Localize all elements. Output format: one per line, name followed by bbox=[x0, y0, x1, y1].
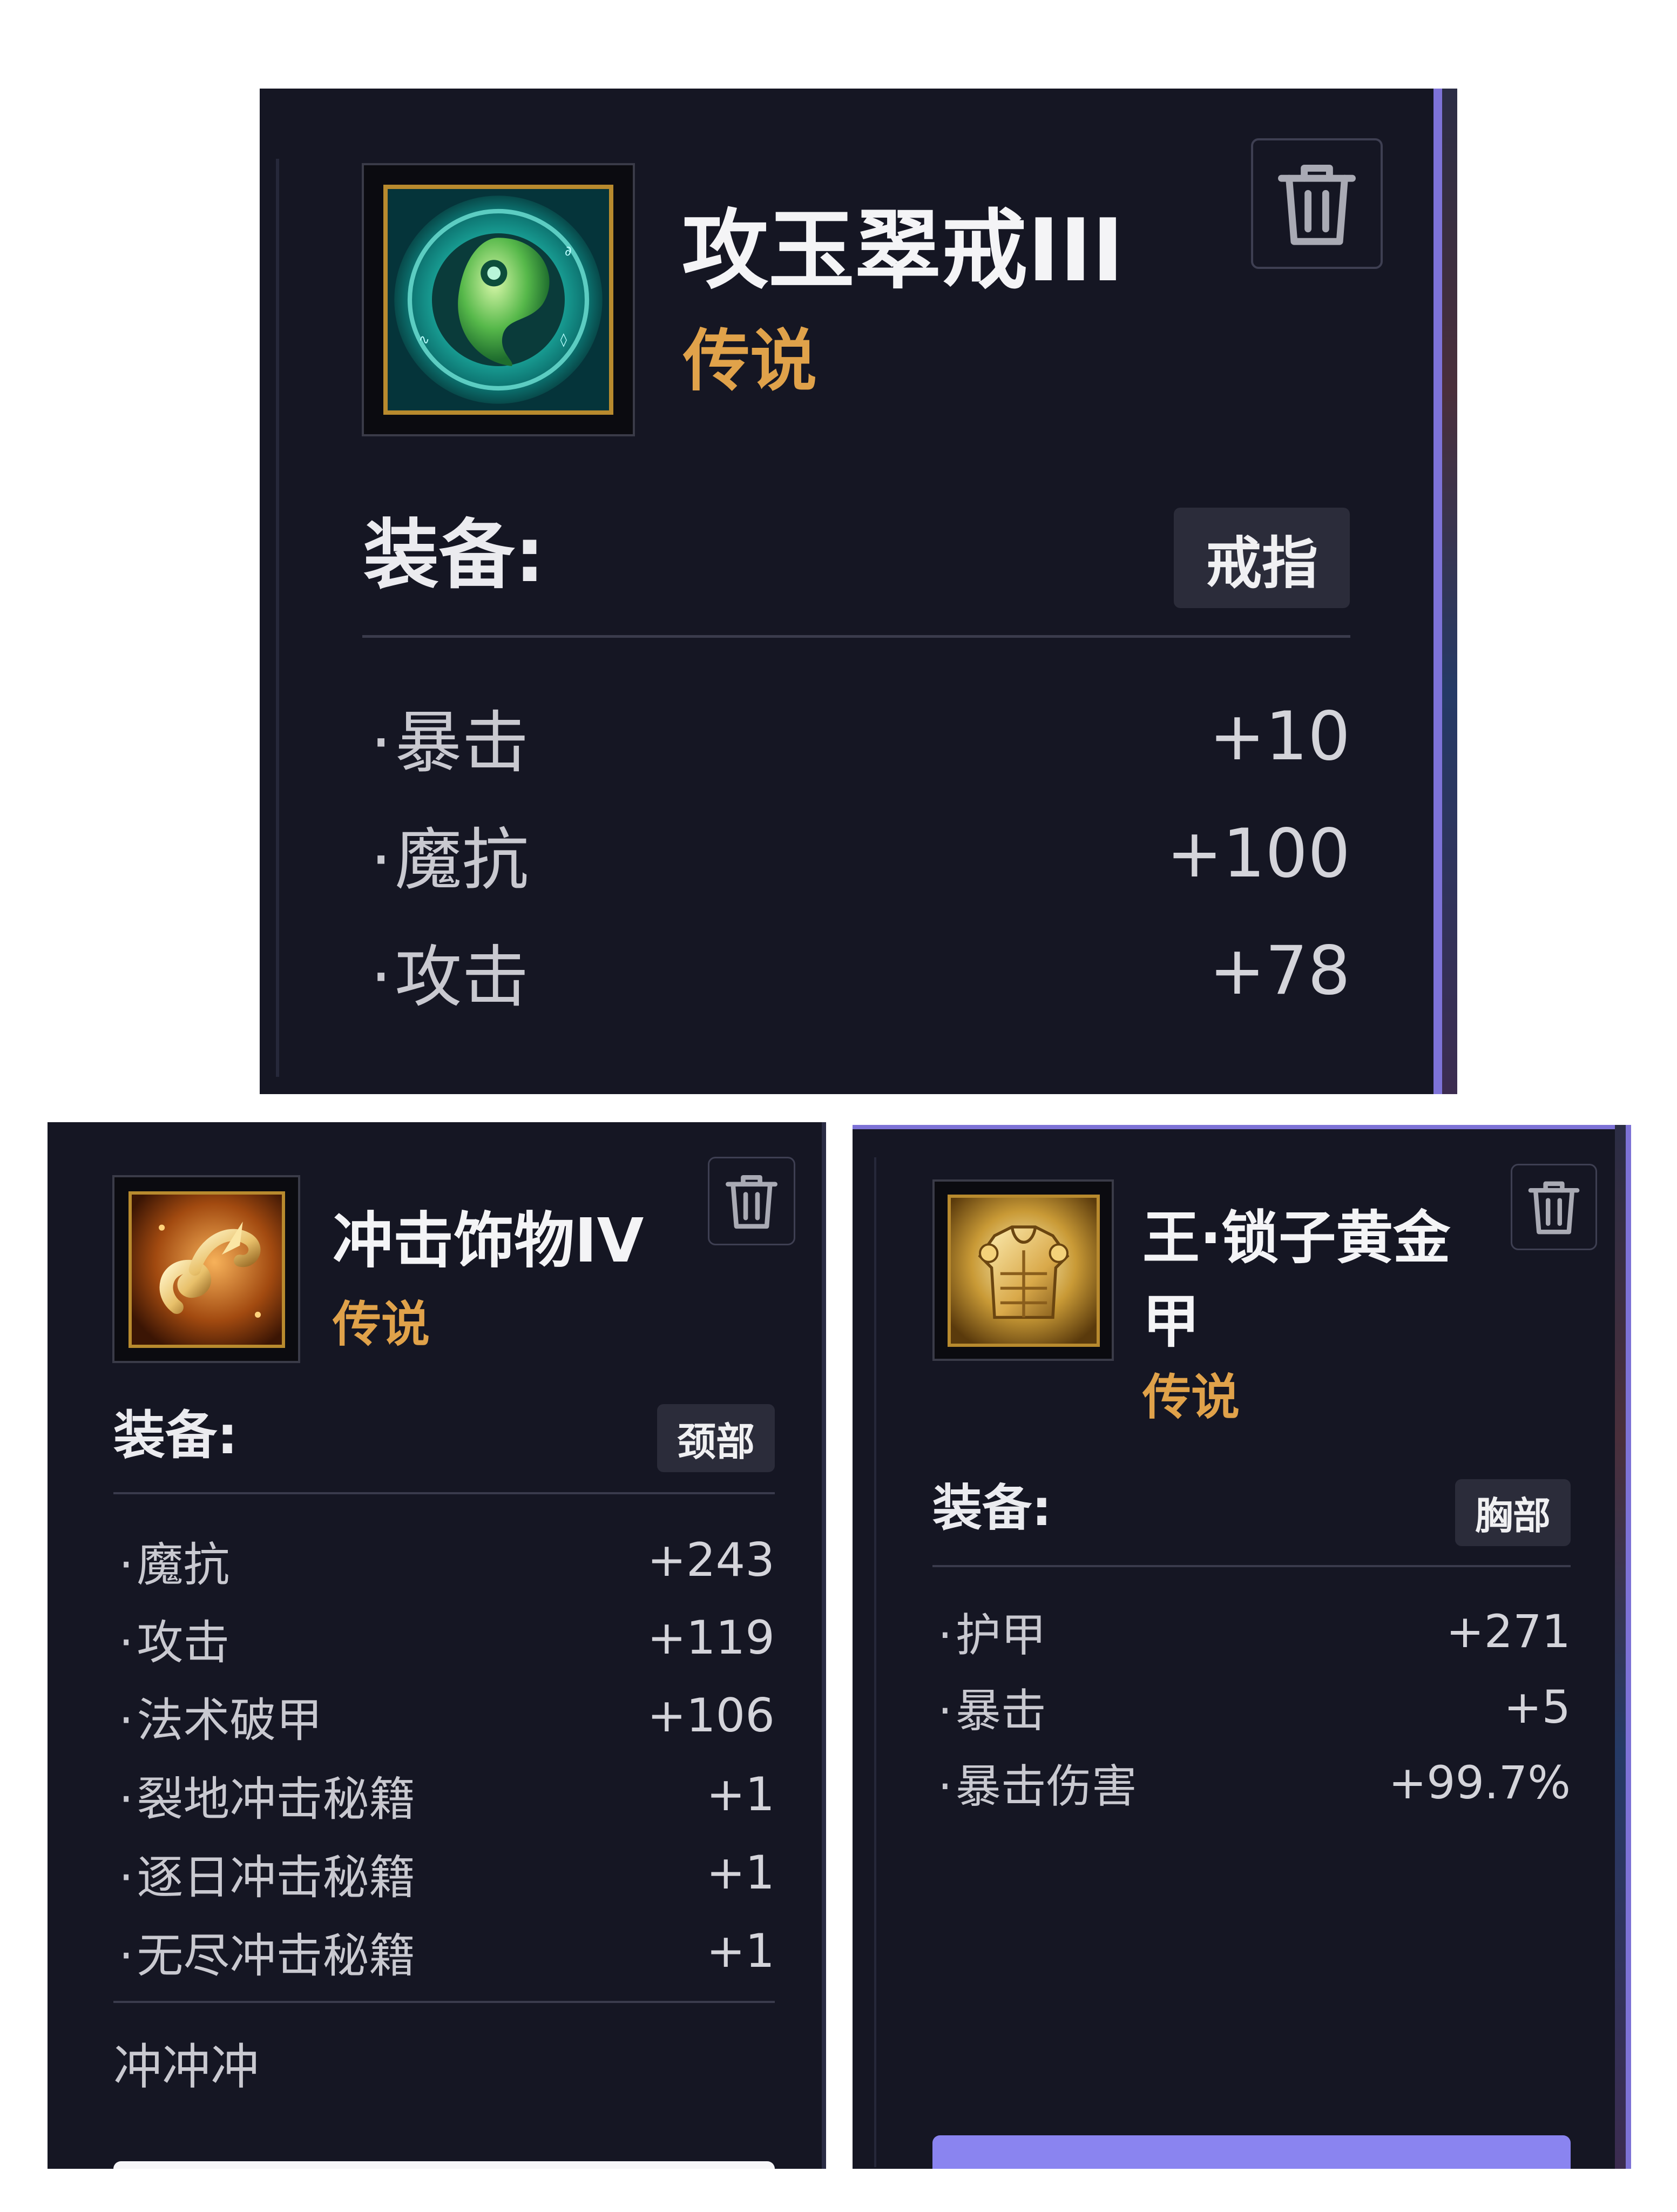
item-card-ring: ∂ ∿ ◊ 攻玉翠戒III 传说 装备: 戒指 暴 bbox=[260, 89, 1457, 1094]
item-name: 冲击饰物IV bbox=[333, 1206, 644, 1276]
slot-badge: 胸部 bbox=[1455, 1479, 1571, 1546]
stat-value: +119 bbox=[647, 1611, 775, 1665]
item-rarity: 传说 bbox=[1142, 1369, 1240, 1426]
stat-value: +10 bbox=[1209, 698, 1350, 775]
screenshot-canvas: ∂ ∿ ◊ 攻玉翠戒III 传说 装备: 戒指 暴 bbox=[0, 0, 1677, 2212]
card-accent-border bbox=[1433, 89, 1442, 1094]
item-name: 攻玉翠戒III bbox=[682, 200, 1124, 301]
trash-icon bbox=[1528, 1181, 1580, 1235]
stat-name: 裂地冲击秘籍 bbox=[119, 1761, 415, 1829]
stat-value: +78 bbox=[1209, 932, 1350, 1010]
card-accent-border bbox=[1626, 1125, 1631, 2169]
svg-text:◊: ◊ bbox=[560, 332, 567, 347]
slot-badge: 戒指 bbox=[1174, 508, 1350, 608]
stat-name: 无尽冲击秘籍 bbox=[119, 1918, 415, 1985]
stat-value: +100 bbox=[1166, 815, 1350, 893]
card-accent-border bbox=[853, 1125, 1631, 1129]
stat-row: 逐日冲击秘籍 +1 bbox=[119, 1843, 775, 1905]
equip-label: 装备: bbox=[113, 1405, 238, 1466]
stat-value: +99.7% bbox=[1388, 1756, 1571, 1809]
stat-name: 攻击 bbox=[370, 922, 529, 1020]
section-divider bbox=[932, 1565, 1571, 1567]
golden-armor-icon bbox=[948, 1195, 1100, 1347]
background-strip bbox=[1615, 1125, 1626, 2169]
section-divider bbox=[113, 1492, 775, 1494]
card-inner-border bbox=[874, 1157, 876, 2167]
stat-name: 魔抗 bbox=[370, 805, 529, 902]
trash-icon bbox=[1278, 165, 1356, 245]
item-note: 冲冲冲 bbox=[113, 2039, 259, 2095]
equip-label: 装备: bbox=[932, 1479, 1052, 1537]
item-rarity: 传说 bbox=[683, 322, 817, 400]
delete-button[interactable] bbox=[1511, 1164, 1597, 1250]
stat-row: 暴击伤害 +99.7% bbox=[938, 1753, 1571, 1813]
item-name-continued: 甲 bbox=[1142, 1289, 1200, 1355]
item-card-neck: 冲击饰物IV 传说 装备: 颈部 魔抗 +243 攻击 +119 bbox=[48, 1122, 826, 2169]
stat-name: 法术破甲 bbox=[119, 1682, 322, 1750]
stat-row: 暴击 +10 bbox=[370, 693, 1350, 782]
card-inner-border bbox=[276, 159, 279, 1077]
stat-value: +271 bbox=[1446, 1605, 1571, 1658]
action-button[interactable] bbox=[113, 2161, 775, 2169]
svg-text:∂: ∂ bbox=[565, 243, 572, 259]
stat-name: 暴击伤害 bbox=[938, 1750, 1137, 1816]
stat-name: 暴击 bbox=[370, 688, 529, 785]
card-edge bbox=[822, 1122, 826, 2169]
stat-row: 无尽冲击秘籍 +1 bbox=[119, 1921, 775, 1983]
item-name: 王·锁子黄金 bbox=[1142, 1205, 1451, 1271]
delete-button[interactable] bbox=[708, 1157, 795, 1245]
delete-button[interactable] bbox=[1251, 138, 1383, 269]
stat-value: +1 bbox=[706, 1768, 775, 1822]
stat-value: +5 bbox=[1504, 1681, 1571, 1734]
slot-badge: 颈部 bbox=[657, 1404, 775, 1472]
golden-charm-icon bbox=[129, 1191, 285, 1348]
item-card-chest: 王·锁子黄金 甲 传说 装备: 胸部 护甲 +271 暴击 +5 bbox=[853, 1125, 1631, 2169]
stat-value: +243 bbox=[647, 1533, 775, 1587]
stat-name: 暴击 bbox=[938, 1675, 1046, 1740]
item-icon-frame: ∂ ∿ ◊ bbox=[362, 163, 635, 436]
stat-row: 法术破甲 +106 bbox=[119, 1686, 775, 1748]
stat-row: 裂地冲击秘籍 +1 bbox=[119, 1765, 775, 1826]
trash-icon bbox=[726, 1175, 777, 1229]
stat-row: 护甲 +271 bbox=[938, 1599, 1571, 1664]
stat-row: 魔抗 +100 bbox=[370, 811, 1350, 899]
section-divider bbox=[362, 635, 1350, 638]
stat-row: 攻击 +119 bbox=[119, 1608, 775, 1670]
svg-text:∿: ∿ bbox=[418, 332, 430, 347]
item-icon-frame bbox=[932, 1179, 1114, 1361]
stat-row: 暴击 +5 bbox=[938, 1677, 1571, 1737]
stat-row: 攻击 +78 bbox=[370, 928, 1350, 1016]
background-strip bbox=[1442, 89, 1457, 1094]
stat-name: 护甲 bbox=[938, 1599, 1046, 1664]
stat-name: 攻击 bbox=[119, 1604, 229, 1672]
section-divider bbox=[113, 2001, 775, 2003]
stat-name: 逐日冲击秘籍 bbox=[119, 1839, 415, 1907]
stat-row: 魔抗 +243 bbox=[119, 1530, 775, 1592]
item-rarity: 传说 bbox=[333, 1296, 430, 1353]
stat-value: +1 bbox=[706, 1846, 775, 1900]
jade-ring-icon: ∂ ∿ ◊ bbox=[383, 185, 613, 415]
stat-value: +106 bbox=[647, 1689, 775, 1743]
equip-label: 装备: bbox=[363, 511, 545, 599]
item-icon-frame bbox=[112, 1175, 300, 1363]
stat-name: 魔抗 bbox=[119, 1527, 229, 1594]
action-button[interactable] bbox=[932, 2135, 1571, 2169]
stat-value: +1 bbox=[706, 1924, 775, 1978]
